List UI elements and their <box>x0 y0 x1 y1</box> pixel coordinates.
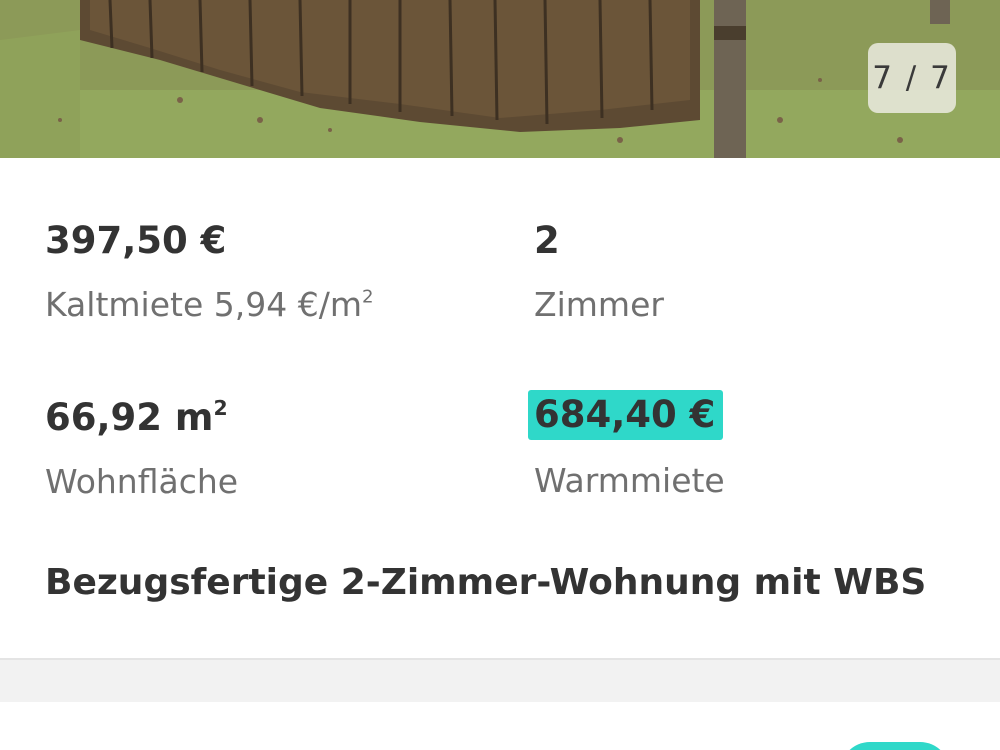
wohnflaeche-block: 66,92 m2 Wohnfläche <box>45 395 238 503</box>
warmmiete-block: 684,40 € Warmmiete <box>528 390 725 502</box>
warmmiete-label: Warmmiete <box>534 461 725 500</box>
listing-title: Bezugsfertige 2-Zimmer-Wohnung mit WBS <box>45 562 927 603</box>
section-divider <box>0 660 1000 702</box>
zimmer-block: 2 Zimmer <box>534 218 664 326</box>
zimmer-label: Zimmer <box>534 285 664 324</box>
listing-page: 7 / 7 397,50 € Kaltmiete 5,94 €/m2 2 Zim… <box>0 0 1000 750</box>
wohnflaeche-label: Wohnfläche <box>45 462 239 501</box>
warmmiete-value: 684,40 € <box>528 390 725 440</box>
kaltmiete-label: Kaltmiete 5,94 €/m2 <box>45 285 374 324</box>
zimmer-value: 2 <box>534 219 560 262</box>
wohnflaeche-value: 66,92 m2 <box>45 395 228 439</box>
photo-counter: 7 / 7 <box>868 43 956 113</box>
warmmiete-highlight: 684,40 € <box>528 390 724 440</box>
listing-facts-card: 397,50 € Kaltmiete 5,94 €/m2 2 Zimmer 66… <box>0 158 1000 660</box>
kaltmiete-block: 397,50 € Kaltmiete 5,94 €/m2 <box>45 218 374 326</box>
kaltmiete-value: 397,50 € <box>45 219 227 262</box>
next-section <box>0 702 1000 750</box>
garden-hedge-image <box>0 0 1000 158</box>
listing-photo[interactable]: 7 / 7 <box>0 0 1000 158</box>
